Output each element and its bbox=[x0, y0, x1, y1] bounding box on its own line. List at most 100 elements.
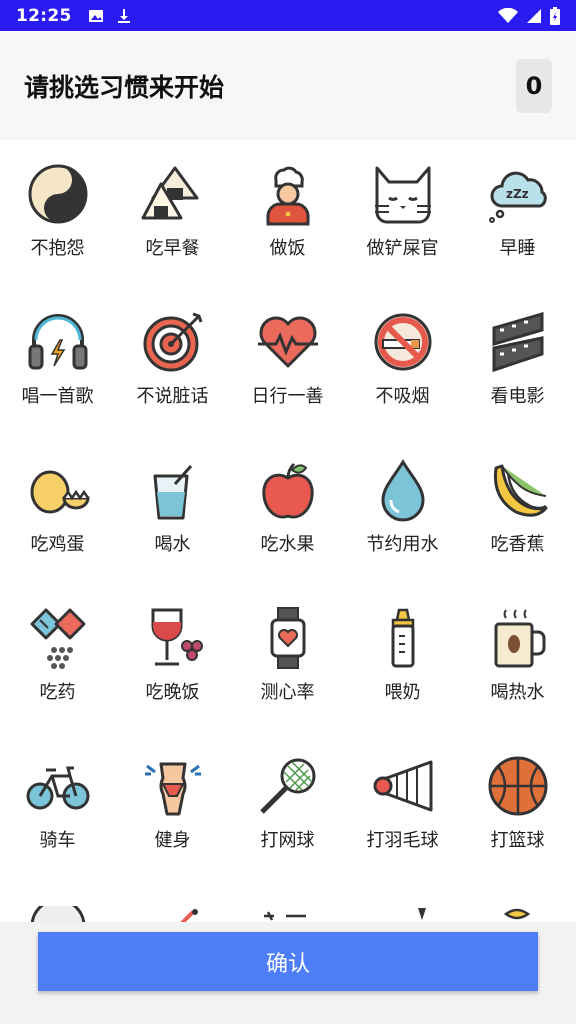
target-icon bbox=[143, 312, 202, 372]
status-bar: 12:25 bbox=[0, 0, 576, 31]
habit-row: 吃鸡蛋 喝水 吃水果 节约用水 吃香蕉 bbox=[0, 436, 576, 584]
water-drop-icon bbox=[380, 459, 425, 522]
habit-label: 打网球 bbox=[260, 830, 315, 851]
habit-row: 不抱怨 吃早餐 做饭 做铲屎官 zZz 早睡 bbox=[0, 140, 576, 288]
habit-item-hot-water[interactable]: 喝热水 bbox=[460, 584, 575, 732]
wine-grapes-icon bbox=[151, 608, 203, 666]
habit-label: 不吸烟 bbox=[375, 386, 430, 407]
partial-icon bbox=[264, 911, 306, 921]
tennis-racket-icon bbox=[259, 758, 315, 814]
habit-label: 做铲屎官 bbox=[366, 238, 439, 259]
habit-item-badminton[interactable]: 打羽毛球 bbox=[345, 732, 460, 880]
habit-item-no-smoking[interactable]: 不吸烟 bbox=[345, 288, 460, 436]
habit-label: 看电影 bbox=[490, 386, 545, 407]
headphones-icon bbox=[28, 314, 87, 370]
habit-label: 唱一首歌 bbox=[21, 386, 94, 407]
habit-item-banana[interactable]: 吃香蕉 bbox=[460, 436, 575, 584]
habit-row: 唱一首歌 不说脏话 日行一善 不吸烟 看电影 bbox=[0, 288, 576, 436]
image-icon bbox=[88, 9, 103, 22]
download-icon bbox=[117, 8, 130, 23]
habit-label: 喂奶 bbox=[384, 682, 421, 703]
film-strip-icon bbox=[492, 312, 543, 373]
chef-icon bbox=[266, 166, 309, 226]
habit-label: 做饭 bbox=[269, 238, 306, 259]
habit-item-heart-rate[interactable]: 测心率 bbox=[230, 584, 345, 732]
glass-icon bbox=[153, 465, 192, 520]
habit-item-basketball[interactable]: 打篮球 bbox=[460, 732, 575, 880]
habit-item-medicine[interactable]: 吃药 bbox=[0, 584, 115, 732]
habit-item-tennis[interactable]: 打网球 bbox=[230, 732, 345, 880]
habit-row: 骑车 健身 打网球 打羽毛球 打篮球 bbox=[0, 732, 576, 880]
habit-item-sing[interactable]: 唱一首歌 bbox=[0, 288, 115, 436]
habit-label: 吃早餐 bbox=[145, 238, 200, 259]
sleep-cloud-icon: zZz bbox=[488, 171, 547, 223]
habit-label: 测心率 bbox=[260, 682, 315, 703]
habit-item-cycling[interactable]: 骑车 bbox=[0, 732, 115, 880]
partial-icon bbox=[418, 908, 426, 920]
confirm-button[interactable]: 确认 bbox=[38, 932, 538, 991]
habit-item-fitness[interactable]: 健身 bbox=[115, 732, 230, 880]
partial-icon bbox=[503, 908, 531, 920]
selected-count-badge: 0 bbox=[516, 58, 552, 113]
fitness-body-icon bbox=[144, 762, 201, 816]
pills-icon bbox=[30, 608, 85, 669]
coffee-mug-icon bbox=[494, 609, 545, 668]
habit-label: 吃药 bbox=[39, 682, 76, 703]
habit-row: 吃药 吃晚饭 测心率 喂奶 喝热水 bbox=[0, 584, 576, 732]
apple-icon bbox=[261, 462, 314, 519]
wifi-icon bbox=[498, 7, 518, 23]
habit-label: 健身 bbox=[154, 830, 191, 851]
yin-yang-icon bbox=[28, 164, 87, 224]
habit-label: 打篮球 bbox=[490, 830, 545, 851]
basketball-icon bbox=[488, 756, 547, 816]
status-time: 12:25 bbox=[16, 5, 72, 26]
rice-ball-icon bbox=[141, 166, 198, 220]
habit-item-dinner[interactable]: 吃晚饭 bbox=[115, 584, 230, 732]
habit-label: 日行一善 bbox=[251, 386, 324, 407]
battery-icon bbox=[550, 6, 560, 25]
habit-row-partial bbox=[0, 900, 576, 922]
habit-item-cat-owner[interactable]: 做铲屎官 bbox=[345, 140, 460, 288]
habit-item-cooking[interactable]: 做饭 bbox=[230, 140, 345, 288]
habit-label: 骑车 bbox=[39, 830, 76, 851]
banana-icon bbox=[493, 464, 547, 517]
cat-icon bbox=[374, 166, 431, 224]
habit-item-no-swearing[interactable]: 不说脏话 bbox=[115, 288, 230, 436]
habit-item-drink-water[interactable]: 喝水 bbox=[115, 436, 230, 584]
habit-label: 早睡 bbox=[499, 238, 536, 259]
habit-item-feeding[interactable]: 喂奶 bbox=[345, 584, 460, 732]
habit-label: 吃香蕉 bbox=[490, 534, 545, 555]
habit-item-movie[interactable]: 看电影 bbox=[460, 288, 575, 436]
partial-icon bbox=[180, 909, 198, 922]
page-title: 请挑选习惯来开始 bbox=[24, 72, 225, 102]
habit-label: 不抱怨 bbox=[30, 238, 85, 259]
habit-label: 吃水果 bbox=[260, 534, 315, 555]
partial-icon bbox=[30, 906, 86, 922]
habit-item-good-deed[interactable]: 日行一善 bbox=[230, 288, 345, 436]
habit-label: 打羽毛球 bbox=[366, 830, 439, 851]
habit-label: 吃鸡蛋 bbox=[30, 534, 85, 555]
habit-label: 节约用水 bbox=[366, 534, 439, 555]
habit-grid[interactable]: 不抱怨 吃早餐 做饭 做铲屎官 zZz 早睡 唱一首歌 不说脏话 日行一善 不吸… bbox=[0, 140, 576, 922]
footer: 确认 bbox=[0, 922, 576, 1024]
habit-item-sleep-early[interactable]: zZz 早睡 bbox=[460, 140, 575, 288]
habit-label: 喝热水 bbox=[490, 682, 545, 703]
signal-icon bbox=[527, 8, 541, 23]
bicycle-icon bbox=[26, 766, 89, 810]
habit-label: 喝水 bbox=[154, 534, 191, 555]
habit-item-no-complaint[interactable]: 不抱怨 bbox=[0, 140, 115, 288]
no-smoking-icon bbox=[374, 313, 431, 371]
baby-bottle-icon bbox=[391, 608, 414, 668]
habit-label: 吃晚饭 bbox=[145, 682, 200, 703]
habit-item-breakfast[interactable]: 吃早餐 bbox=[115, 140, 230, 288]
heartbeat-icon bbox=[257, 316, 318, 368]
habit-item-fruit[interactable]: 吃水果 bbox=[230, 436, 345, 584]
habit-label: 不说脏话 bbox=[136, 386, 209, 407]
smartwatch-icon bbox=[270, 607, 305, 669]
header: 请挑选习惯来开始 0 bbox=[0, 31, 576, 140]
shuttlecock-icon bbox=[373, 760, 432, 812]
egg-icon bbox=[30, 470, 90, 514]
habit-item-eggs[interactable]: 吃鸡蛋 bbox=[0, 436, 115, 584]
habit-item-save-water[interactable]: 节约用水 bbox=[345, 436, 460, 584]
svg-text:zZz: zZz bbox=[506, 187, 529, 201]
